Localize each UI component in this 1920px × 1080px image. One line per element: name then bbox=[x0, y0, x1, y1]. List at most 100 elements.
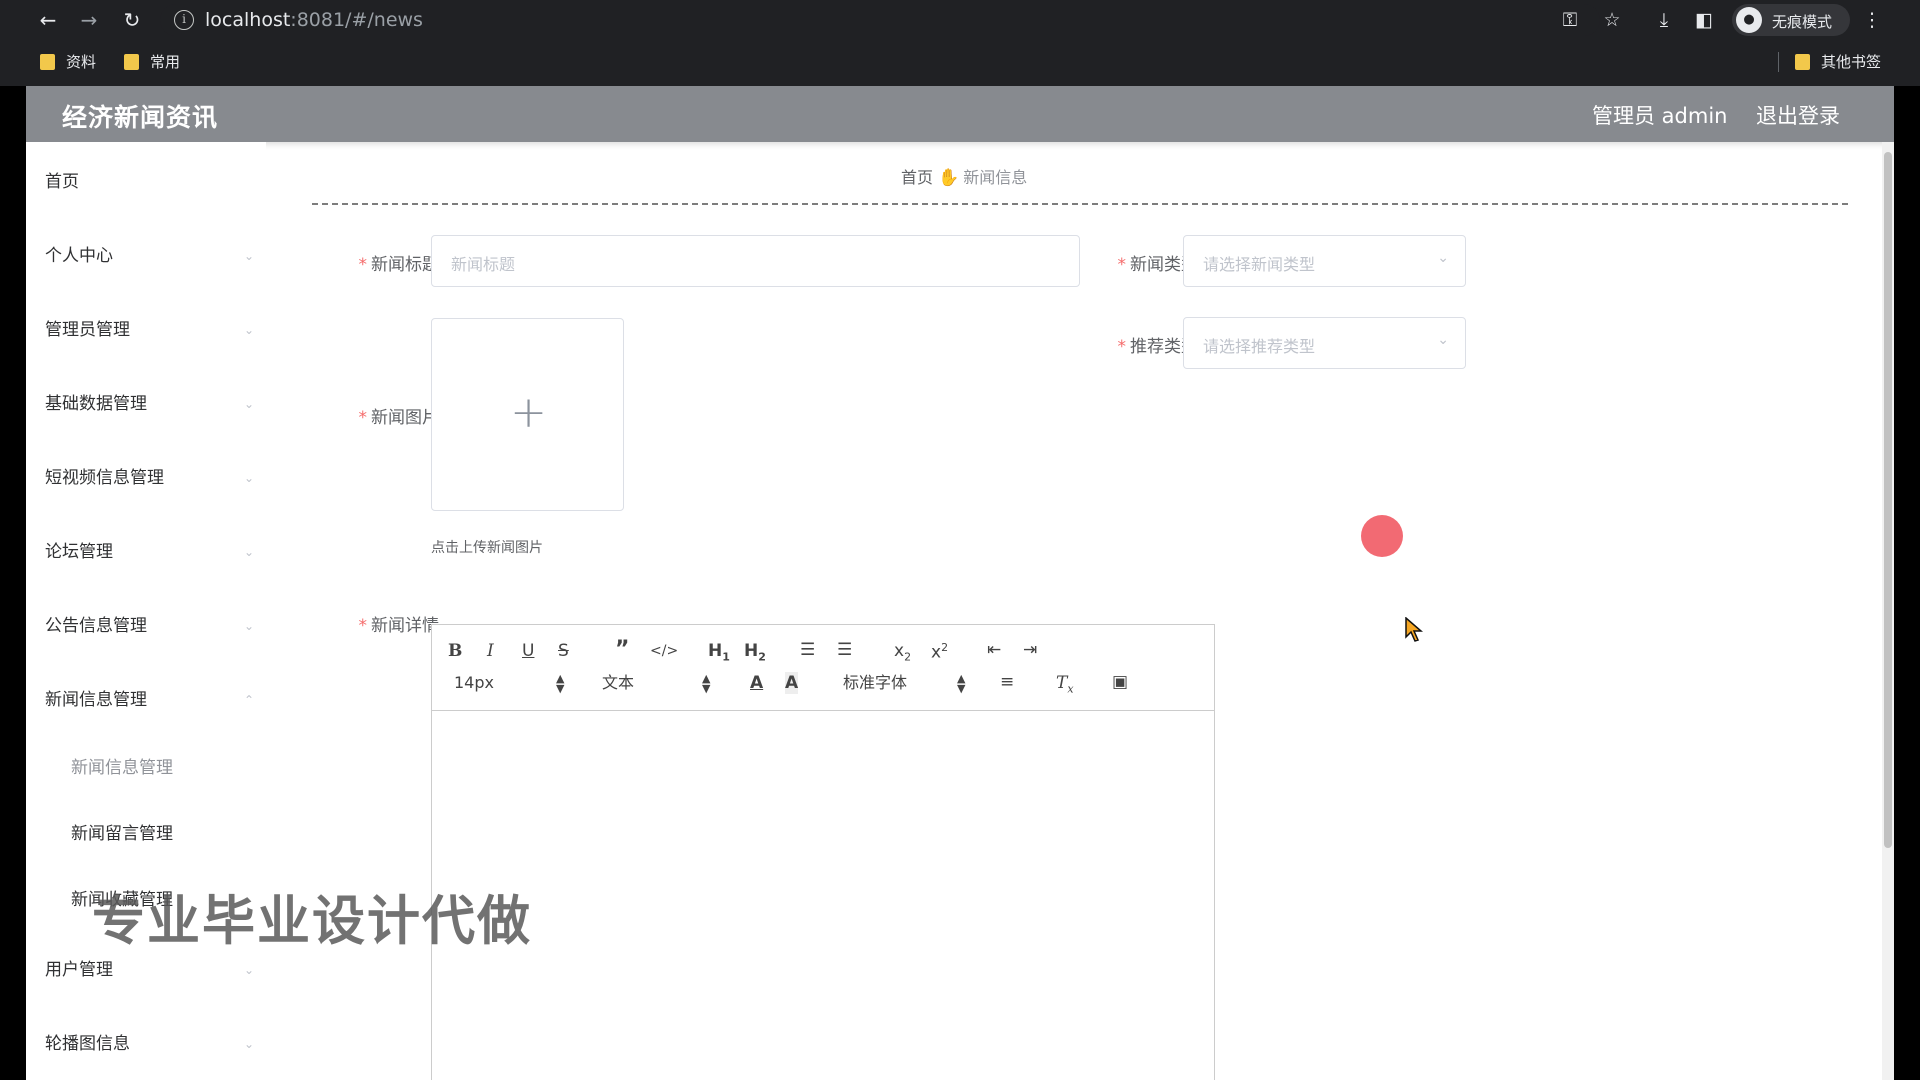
select-arrows-icon: ▲ ▼ bbox=[957, 672, 966, 695]
background-color-icon[interactable]: A bbox=[785, 672, 799, 694]
click-indicator bbox=[1361, 515, 1403, 557]
chevron-down-icon: ⌄ bbox=[1437, 332, 1449, 348]
forward-icon[interactable]: → bbox=[75, 6, 103, 34]
url-text: localhost:8081/#/news bbox=[205, 9, 423, 31]
recommend-type-select[interactable]: 请选择推荐类型 ⌄ bbox=[1183, 317, 1466, 369]
breadcrumb-current: 新闻信息 bbox=[963, 168, 1028, 187]
select-arrows-icon: ▲ ▼ bbox=[556, 672, 565, 695]
sidebar-item-home[interactable]: 首页 bbox=[45, 162, 245, 202]
sidebar-item-base-data[interactable]: 基础数据管理 ⌄ bbox=[45, 384, 254, 424]
hand-icon: ✋ bbox=[938, 168, 960, 188]
news-type-select[interactable]: 请选择新闻类型 ⌄ bbox=[1183, 235, 1466, 287]
chevron-up-icon: ⌃ bbox=[243, 693, 254, 707]
chevron-down-icon: ⌄ bbox=[243, 619, 254, 633]
folder-icon bbox=[40, 54, 55, 70]
superscript-icon[interactable]: x2 bbox=[931, 637, 948, 664]
site-title: 经济新闻资讯 bbox=[62, 103, 219, 132]
sidebar-item-announcement[interactable]: 公告信息管理 ⌄ bbox=[45, 606, 254, 646]
chevron-down-icon: ⌄ bbox=[243, 323, 254, 337]
bookmark-folder-changyong[interactable]: 常用 bbox=[124, 50, 180, 74]
breadcrumb: 首页 ✋ 新闻信息 bbox=[901, 164, 1027, 188]
star-icon[interactable]: ☆ bbox=[1598, 6, 1626, 34]
chevron-down-icon: ⌄ bbox=[243, 471, 254, 485]
outdent-icon[interactable]: ⇤ bbox=[987, 639, 1001, 661]
admin-user-label: 管理员 admin bbox=[1592, 104, 1728, 128]
key-icon[interactable]: ⚿ bbox=[1556, 6, 1584, 34]
news-title-label: * 新闻标题 bbox=[358, 255, 440, 275]
scrollbar[interactable] bbox=[1882, 142, 1894, 1080]
reload-icon[interactable]: ↻ bbox=[118, 6, 146, 34]
incognito-profile-button[interactable]: ● 无痕模式 bbox=[1732, 4, 1850, 36]
heading1-icon[interactable]: H1 bbox=[708, 640, 730, 668]
incognito-label: 无痕模式 bbox=[1772, 13, 1833, 31]
news-detail-label: * 新闻详情 bbox=[358, 616, 440, 636]
clear-format-icon[interactable]: Tx bbox=[1056, 672, 1074, 700]
news-title-input[interactable]: 新闻标题 bbox=[431, 235, 1080, 287]
recommend-type-label: * 推荐类型 bbox=[1117, 337, 1199, 357]
editor-toolbar: B I U S ” </> H1 H2 ☰ ☰ x2 x2 ⇤ ⇥ 14px ▲… bbox=[432, 625, 1214, 711]
subscript-icon[interactable]: x2 bbox=[894, 640, 911, 668]
sidebar-item-forum[interactable]: 论坛管理 ⌄ bbox=[45, 532, 254, 572]
back-icon[interactable]: ← bbox=[34, 6, 62, 34]
dashed-divider bbox=[312, 203, 1848, 205]
code-block-icon[interactable]: </> bbox=[650, 640, 678, 662]
browser-toolbar: ← → ↻ i localhost:8081/#/news ⚿ ☆ ⤓ ◧ ● … bbox=[0, 0, 1920, 40]
logout-link[interactable]: 退出登录 bbox=[1756, 100, 1840, 130]
underline-icon[interactable]: U bbox=[522, 640, 534, 662]
sidebar-subitem-news-comments[interactable]: 新闻留言管理 bbox=[71, 814, 251, 854]
news-image-upload[interactable]: + bbox=[431, 318, 624, 511]
mouse-cursor-icon bbox=[1405, 617, 1423, 642]
incognito-icon: ● bbox=[1736, 7, 1762, 33]
header-select[interactable]: 文本 ▲ ▼ bbox=[602, 672, 710, 694]
sidebar-subitem-news-info[interactable]: 新闻信息管理 bbox=[71, 748, 251, 788]
text-color-icon[interactable]: A bbox=[750, 672, 763, 694]
watermark-overlay: 专业毕业设计代做 bbox=[92, 891, 532, 952]
download-icon[interactable]: ⤓ bbox=[1650, 6, 1678, 34]
sidebar-item-news[interactable]: 新闻信息管理 ⌃ bbox=[45, 680, 254, 720]
chevron-down-icon: ⌄ bbox=[243, 1037, 254, 1051]
editor-content-area[interactable] bbox=[432, 711, 1214, 1080]
chevron-down-icon: ⌄ bbox=[243, 397, 254, 411]
upload-tip: 点击上传新闻图片 bbox=[431, 540, 543, 556]
chevron-down-icon: ⌄ bbox=[243, 249, 254, 263]
ordered-list-icon[interactable]: ☰ bbox=[800, 639, 815, 661]
bookmarks-divider bbox=[1778, 52, 1779, 72]
breadcrumb-home[interactable]: 首页 bbox=[901, 168, 933, 187]
align-icon[interactable]: ≡ bbox=[1000, 671, 1014, 693]
scrollbar-thumb[interactable] bbox=[1884, 152, 1892, 848]
address-bar[interactable]: i localhost:8081/#/news bbox=[160, 4, 1600, 36]
bookmark-folder-other[interactable]: 其他书签 bbox=[1795, 50, 1881, 74]
indent-icon[interactable]: ⇥ bbox=[1023, 639, 1037, 661]
font-size-select[interactable]: 14px ▲ ▼ bbox=[454, 672, 564, 694]
chevron-down-icon: ⌄ bbox=[1437, 250, 1449, 266]
bold-icon[interactable]: B bbox=[448, 640, 462, 662]
chevron-down-icon: ⌄ bbox=[243, 545, 254, 559]
folder-icon bbox=[124, 54, 139, 70]
sidebar-item-carousel[interactable]: 轮播图信息 ⌄ bbox=[45, 1024, 254, 1064]
menu-dots-icon[interactable]: ⋮ bbox=[1858, 6, 1886, 34]
bookmarks-bar: 资料 常用 其他书签 bbox=[0, 46, 1920, 78]
page: 经济新闻资讯 管理员 admin 退出登录 首页 个人中心 ⌄ 管理员管理 ⌄ 基础… bbox=[26, 86, 1894, 1080]
image-icon[interactable]: ▣ bbox=[1112, 671, 1128, 693]
side-panel-icon[interactable]: ◧ bbox=[1690, 6, 1718, 34]
news-type-label: * 新闻类型 bbox=[1117, 255, 1199, 275]
site-info-icon[interactable]: i bbox=[174, 10, 194, 30]
bullet-list-icon[interactable]: ☰ bbox=[837, 639, 852, 661]
sidebar-item-admin-management[interactable]: 管理员管理 ⌄ bbox=[45, 310, 254, 350]
blockquote-icon[interactable]: ” bbox=[615, 639, 629, 661]
heading2-icon[interactable]: H2 bbox=[744, 640, 766, 668]
app-header: 经济新闻资讯 管理员 admin 退出登录 bbox=[26, 86, 1894, 142]
chevron-down-icon: ⌄ bbox=[243, 963, 254, 977]
news-image-label: * 新闻图片 bbox=[358, 408, 440, 428]
font-family-select[interactable]: 标准字体 ▲ ▼ bbox=[843, 672, 965, 694]
bookmark-folder-ziliao[interactable]: 资料 bbox=[40, 50, 96, 74]
sidebar-item-short-video[interactable]: 短视频信息管理 ⌄ bbox=[45, 458, 254, 498]
sidebar-item-personal-center[interactable]: 个人中心 ⌄ bbox=[45, 236, 254, 276]
italic-icon[interactable]: I bbox=[487, 640, 494, 662]
sidebar-item-users[interactable]: 用户管理 ⌄ bbox=[45, 950, 254, 990]
strikethrough-icon[interactable]: S bbox=[558, 640, 569, 662]
browser-chrome: ← → ↻ i localhost:8081/#/news ⚿ ☆ ⤓ ◧ ● … bbox=[0, 0, 1920, 86]
select-arrows-icon: ▲ ▼ bbox=[702, 672, 711, 695]
folder-icon bbox=[1795, 54, 1810, 70]
plus-icon: + bbox=[510, 387, 547, 438]
